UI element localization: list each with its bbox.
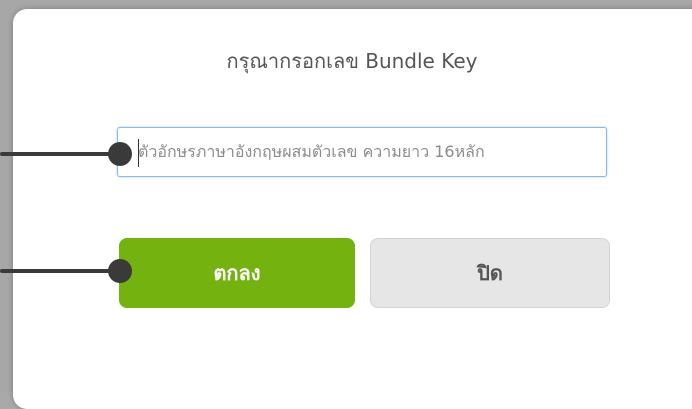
- annotation-pointer-line-ok: [0, 269, 120, 273]
- text-caret: [138, 139, 139, 167]
- close-button[interactable]: ปิด: [370, 238, 610, 308]
- ok-button[interactable]: ตกลง: [119, 238, 355, 308]
- dialog-title: กรุณากรอกเลข Bundle Key: [226, 49, 478, 73]
- bundle-key-dialog: กรุณากรอกเลข Bundle Key ตัวอักษรภาษาอังก…: [13, 9, 692, 409]
- annotation-pointer-dot-input: [108, 142, 132, 166]
- bundle-key-input[interactable]: ตัวอักษรภาษาอังกฤษผสมตัวเลข ความยาว 16หล…: [117, 127, 607, 177]
- bundle-key-placeholder: ตัวอักษรภาษาอังกฤษผสมตัวเลข ความยาว 16หล…: [138, 141, 485, 161]
- annotation-pointer-dot-ok: [108, 259, 132, 283]
- annotation-pointer-line-input: [0, 152, 120, 156]
